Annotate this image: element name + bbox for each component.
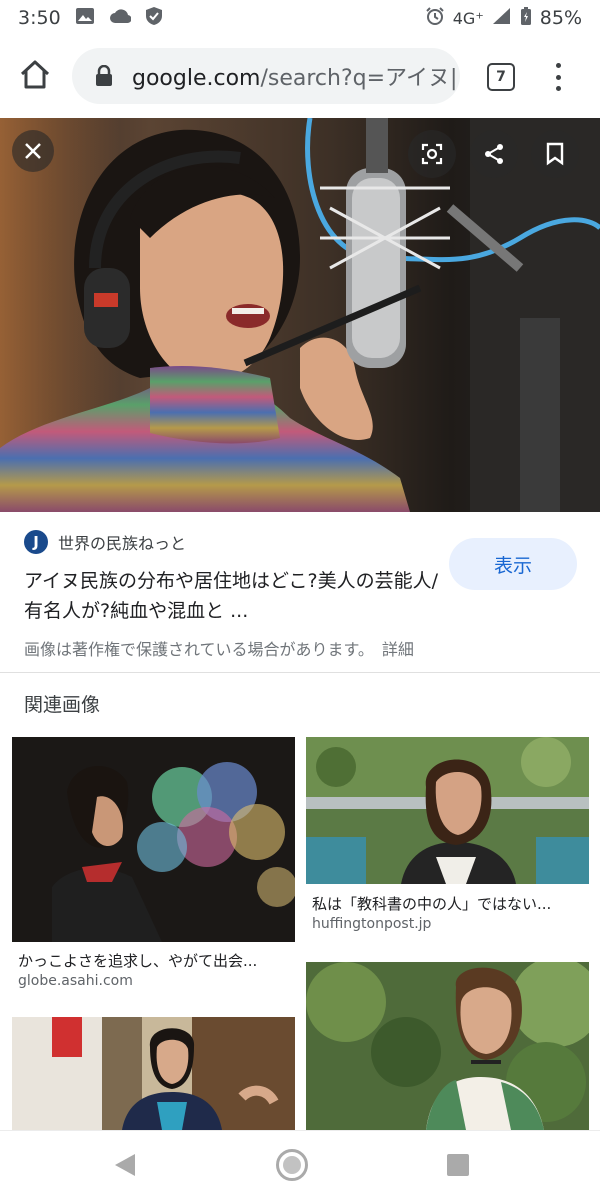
- battery-percent: 85%: [539, 7, 582, 29]
- share-button[interactable]: [470, 130, 518, 178]
- home-icon: [20, 60, 50, 89]
- image-icon: [75, 7, 95, 30]
- source-row[interactable]: J 世界の民族ねっと: [24, 530, 186, 554]
- close-icon: [25, 143, 41, 159]
- battery-icon: [520, 6, 532, 31]
- home-button[interactable]: [18, 58, 52, 92]
- related-caption-2[interactable]: 私は「教科書の中の人」ではない...: [312, 893, 551, 914]
- related-source-1: globe.asahi.com: [18, 973, 133, 989]
- network-type: 4G⁺: [452, 8, 484, 28]
- related-heading: 関連画像: [24, 694, 101, 716]
- copyright-notice: 画像は著作権で保護されている場合があります。 詳細: [24, 636, 414, 660]
- system-nav-bar: [0, 1130, 600, 1200]
- status-bar: 3:50 4G⁺ 85%: [0, 0, 600, 36]
- thumb-1-illustration: [52, 762, 295, 942]
- preview-image[interactable]: [0, 118, 600, 512]
- thumb-2-illustration: [306, 737, 589, 884]
- details-link[interactable]: 詳細: [382, 640, 414, 659]
- related-source-2: huffingtonpost.jp: [312, 916, 432, 932]
- clock: 3:50: [18, 7, 61, 29]
- url-text: google.com/search?q=アイヌ|: [132, 60, 457, 92]
- url-path: /search?q=アイヌ|: [260, 66, 458, 91]
- signal-icon: [492, 7, 512, 30]
- photo-illustration: [0, 118, 600, 512]
- related-image-1[interactable]: [12, 737, 295, 942]
- url-host: google.com: [132, 66, 261, 91]
- copyright-text: 画像は著作権で保護されている場合があります。: [24, 640, 374, 659]
- more-vert-icon[interactable]: [546, 60, 570, 94]
- url-bar[interactable]: google.com/search?q=アイヌ|: [72, 48, 460, 104]
- related-image-4[interactable]: [306, 962, 589, 1130]
- result-title[interactable]: アイヌ民族の分布や居住地はどこ?美人の芸能人/有名人が?純血や混血と ...: [24, 566, 444, 626]
- recents-icon[interactable]: [447, 1154, 469, 1176]
- source-logo: J: [24, 530, 48, 554]
- browser-toolbar: google.com/search?q=アイヌ| 7: [0, 36, 600, 118]
- save-button[interactable]: [531, 130, 579, 178]
- lock-icon: [96, 65, 112, 86]
- related-image-3[interactable]: [12, 1017, 295, 1130]
- thumb-3-illustration: [12, 1017, 295, 1130]
- close-button[interactable]: [12, 130, 54, 172]
- divider: [0, 672, 600, 673]
- alarm-icon: [425, 6, 445, 31]
- lens-icon: [421, 143, 443, 165]
- tab-switcher-button[interactable]: 7: [487, 63, 515, 91]
- shield-icon: [145, 6, 163, 31]
- related-caption-1[interactable]: かっこよさを追求し、やがて出会...: [18, 950, 257, 971]
- home-circle-icon[interactable]: [276, 1149, 308, 1181]
- thumb-4-illustration: [306, 962, 589, 1130]
- related-image-2[interactable]: [306, 737, 589, 884]
- cloud-icon: [109, 7, 132, 29]
- back-icon[interactable]: [113, 1152, 137, 1182]
- source-name: 世界の民族ねっと: [58, 534, 187, 553]
- lens-button[interactable]: [408, 130, 456, 178]
- view-button[interactable]: 表示: [449, 538, 577, 590]
- share-icon: [485, 144, 503, 164]
- bookmark-icon: [546, 142, 564, 166]
